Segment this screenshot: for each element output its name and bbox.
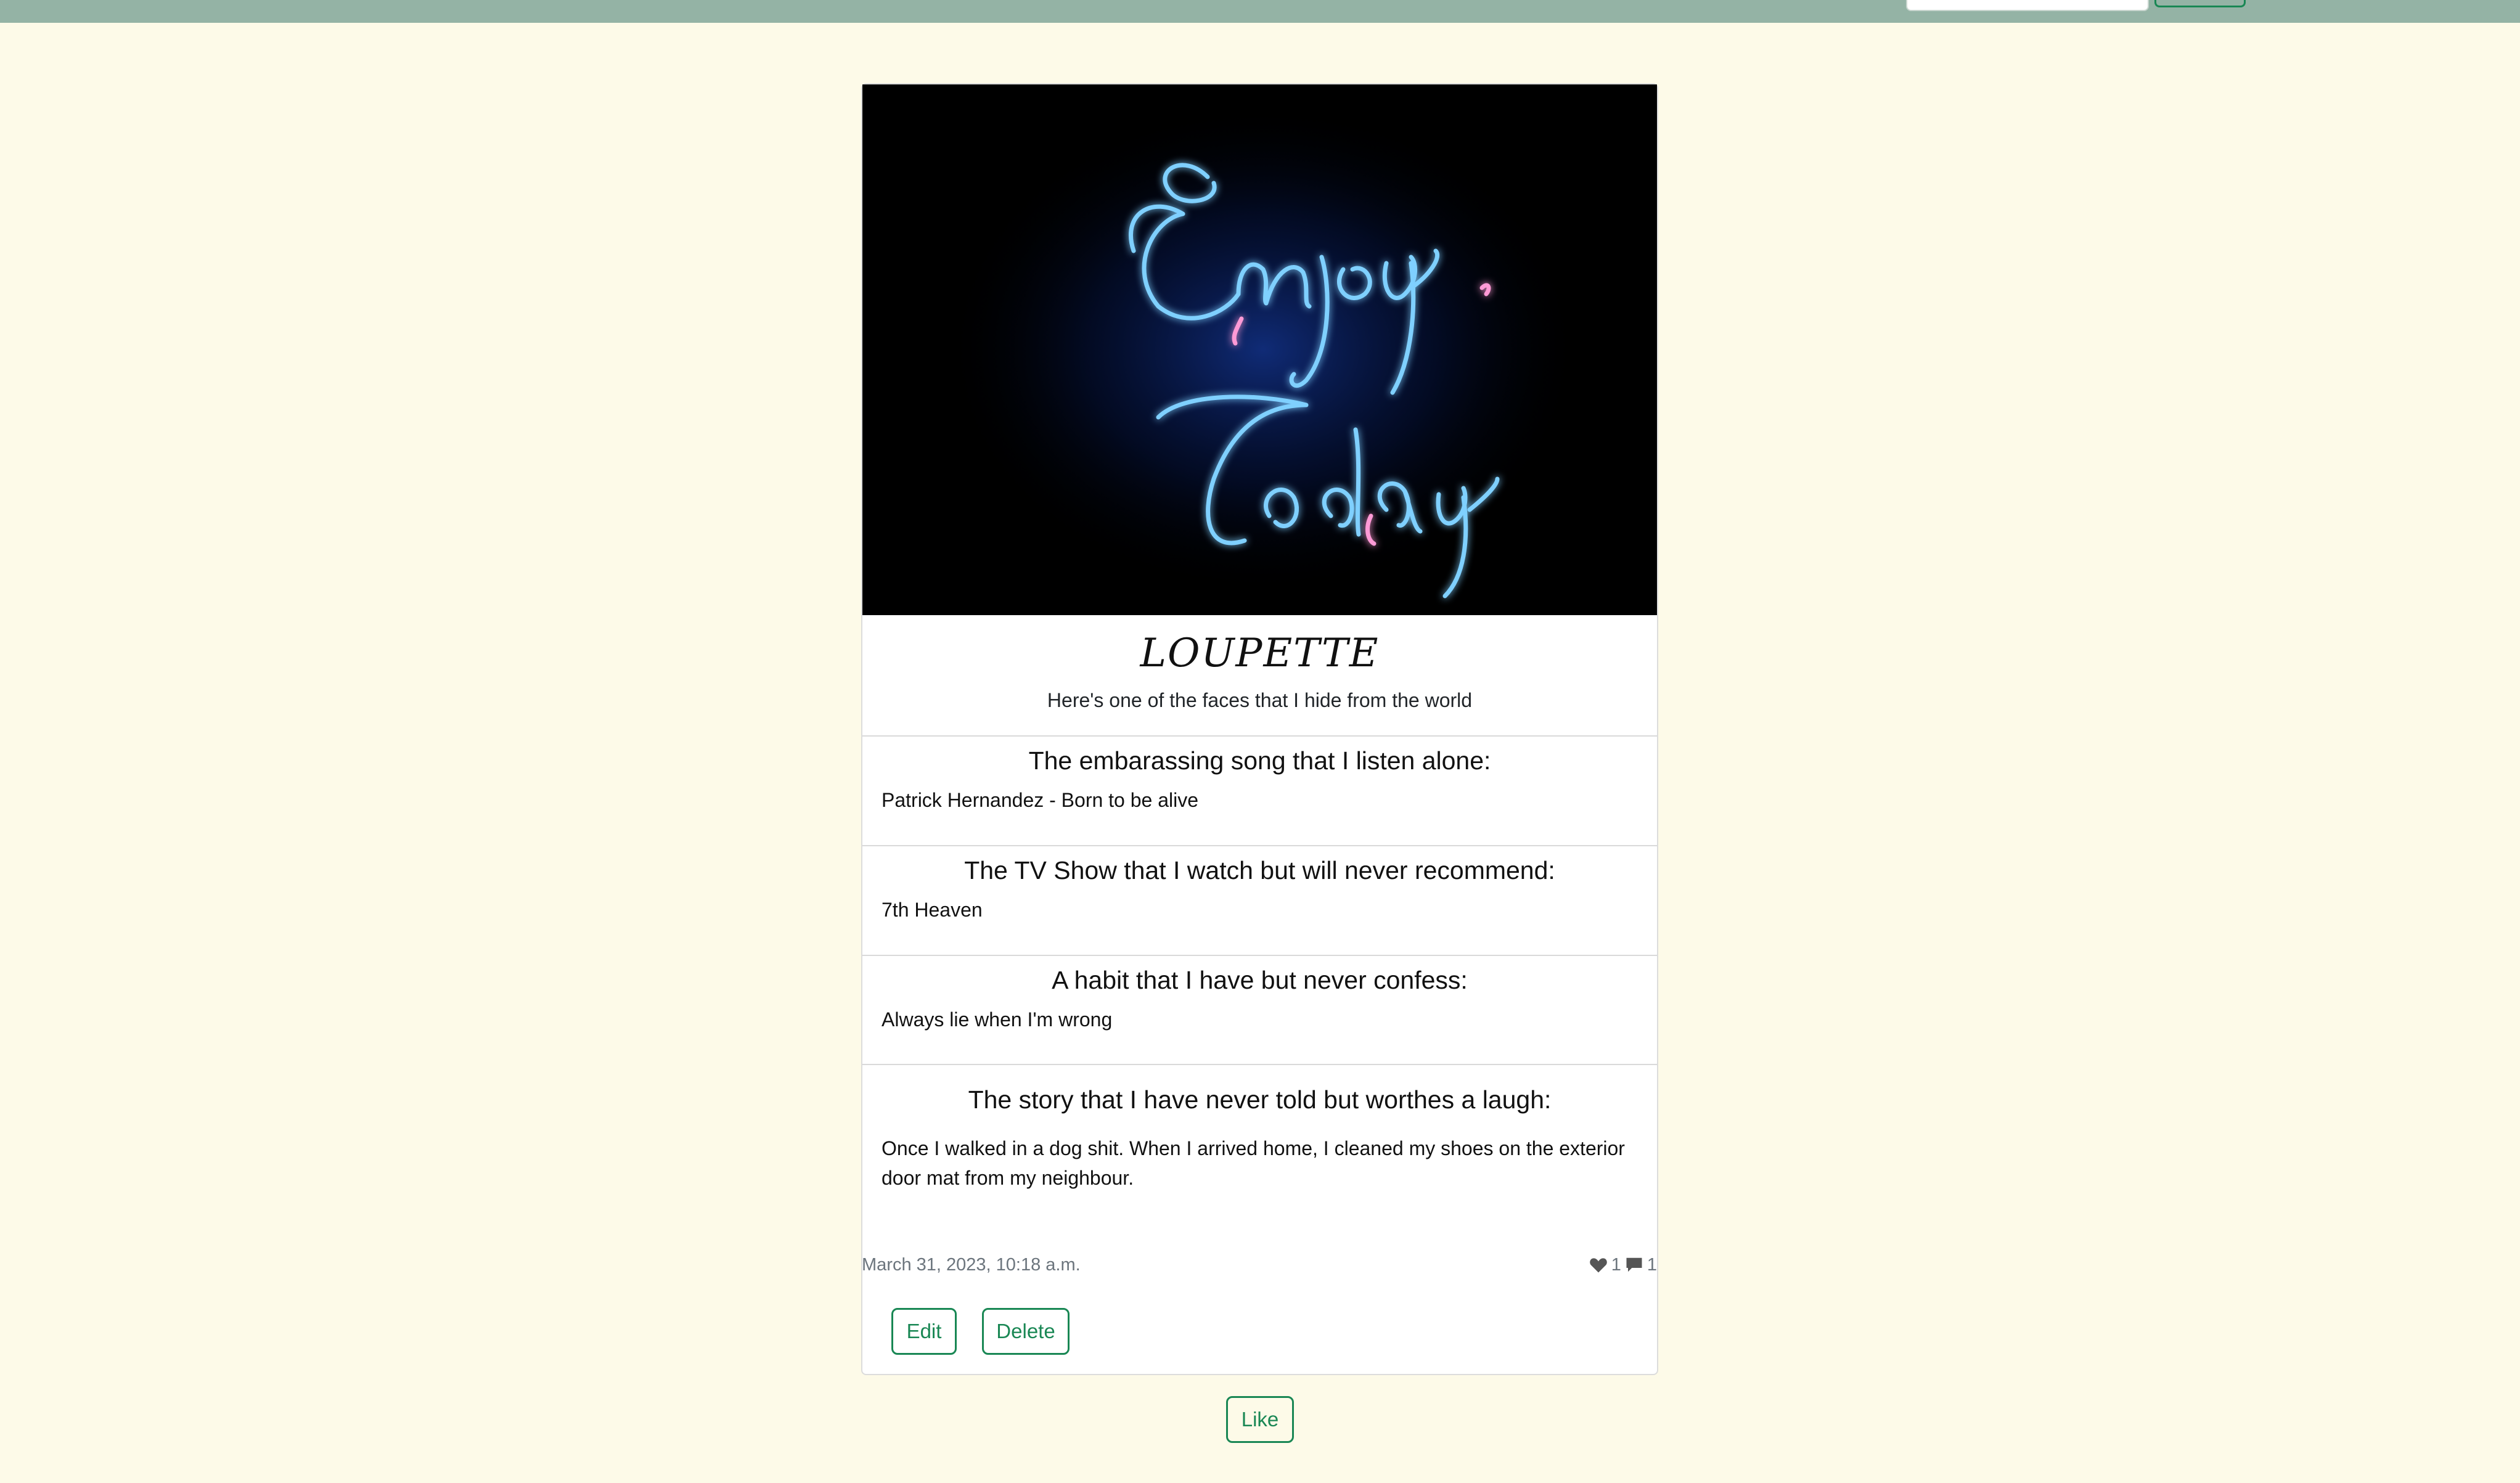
section-divider: [862, 735, 1657, 737]
section-answer-song: Patrick Hernandez - Born to be alive: [882, 789, 1199, 811]
section-divider: [862, 1064, 1657, 1065]
likes-count: 1: [1611, 1255, 1621, 1275]
post-image: [862, 84, 1657, 615]
section-divider: [862, 955, 1657, 956]
heart-icon: [1589, 1258, 1607, 1273]
section-answer-story: Once I walked in a dog shit. When I arri…: [882, 1137, 1625, 1189]
section-title-song: The embarassing song that I listen alone…: [1028, 746, 1491, 775]
section-title-habit: A habit that I have but never confess:: [1052, 966, 1468, 994]
section-title-tv-show: The TV Show that I watch but will never …: [964, 856, 1555, 884]
post-nickname: LOUPETTE: [1140, 631, 1380, 676]
section-title-story: The story that I have never told but wor…: [968, 1085, 1552, 1114]
edit-button[interactable]: Edit: [891, 1308, 957, 1355]
navbar: [0, 0, 2520, 23]
comments-count: 1: [1647, 1255, 1657, 1275]
comment-icon: [1626, 1257, 1642, 1272]
search-button[interactable]: [2154, 0, 2246, 7]
delete-button[interactable]: Delete: [982, 1308, 1070, 1355]
enjoy-today-neon-image: [862, 84, 1657, 615]
post-tagline: Here's one of the faces that I hide from…: [1047, 689, 1473, 711]
section-answer-habit: Always lie when I'm wrong: [882, 1008, 1113, 1031]
like-button[interactable]: Like: [1226, 1396, 1294, 1443]
post-date: March 31, 2023, 10:18 a.m.: [862, 1255, 1081, 1275]
section-answer-tv-show: 7th Heaven: [882, 899, 983, 921]
section-divider: [862, 845, 1657, 846]
search-input[interactable]: [1906, 0, 2149, 11]
post-stats: 1 1: [1589, 1251, 1657, 1278]
